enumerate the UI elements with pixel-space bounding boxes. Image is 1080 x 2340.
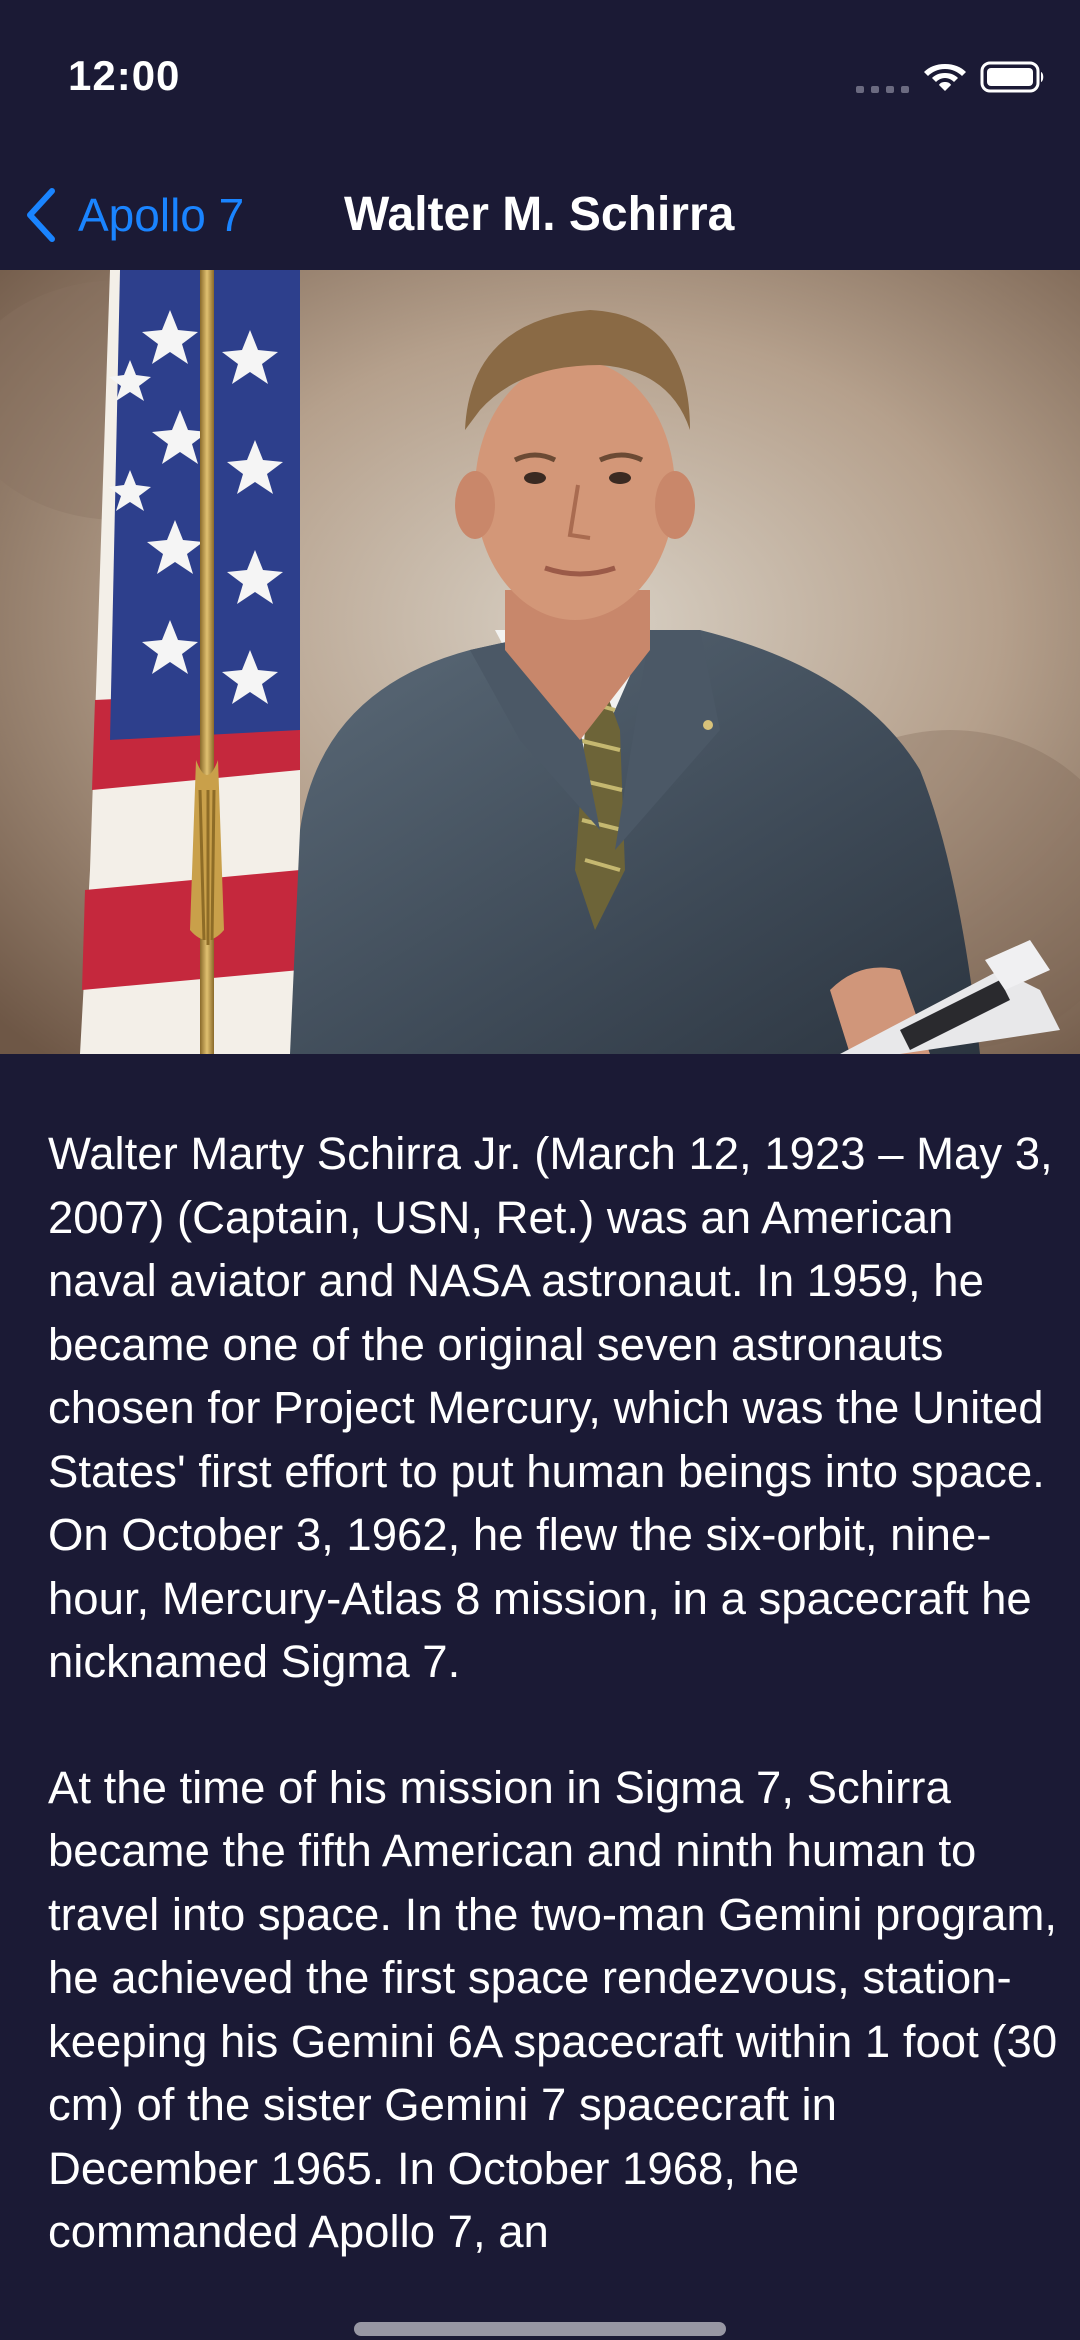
status-bar: 12:00 bbox=[0, 0, 1080, 160]
biography-paragraph: Walter Marty Schirra Jr. (March 12, 1923… bbox=[48, 1128, 1053, 1687]
back-button[interactable]: Apollo 7 bbox=[22, 180, 244, 250]
cellular-signal-icon bbox=[856, 86, 909, 93]
astronaut-portrait-image bbox=[0, 270, 1080, 1054]
battery-icon bbox=[980, 61, 1044, 93]
page-title: Walter M. Schirra bbox=[344, 188, 735, 241]
wifi-icon bbox=[924, 64, 966, 91]
biography-paragraph: At the time of his mission in Sigma 7, S… bbox=[48, 1761, 1058, 2258]
back-button-label: Apollo 7 bbox=[78, 189, 245, 241]
chevron-left-icon bbox=[27, 188, 55, 242]
status-time: 12:00 bbox=[68, 52, 181, 99]
biography-text: Walter Marty Schirra Jr. (March 12, 1923… bbox=[48, 1122, 1058, 2326]
navigation-bar: Apollo 7 Walter M. Schirra bbox=[0, 160, 1080, 270]
home-indicator[interactable] bbox=[354, 2322, 726, 2336]
